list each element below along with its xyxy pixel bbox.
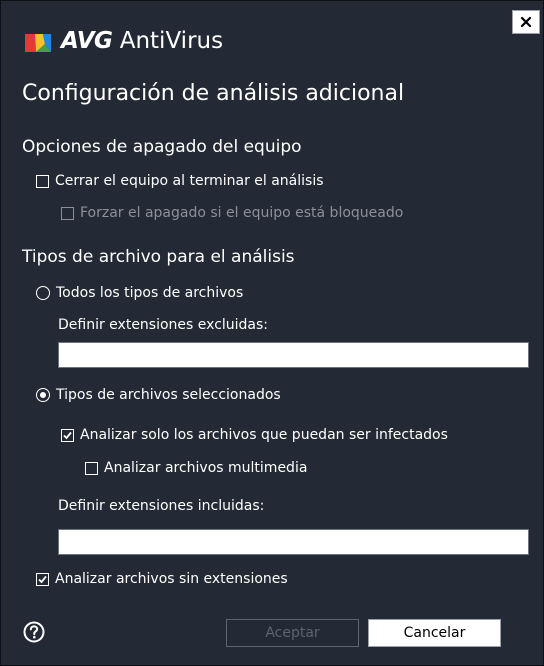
- avg-logo-icon: [25, 34, 51, 52]
- close-button[interactable]: [512, 10, 540, 34]
- accept-button[interactable]: Aceptar: [226, 619, 359, 647]
- checkmark-icon: [38, 575, 47, 583]
- shutdown-on-finish-option[interactable]: Cerrar el equipo al terminar el análisis: [36, 171, 324, 191]
- excluded-extensions-input[interactable]: [58, 342, 529, 368]
- force-shutdown-label: Forzar el apagado si el equipo está bloq…: [80, 205, 404, 221]
- no-extension-checkbox[interactable]: [36, 572, 49, 586]
- shutdown-on-finish-label: Cerrar el equipo al terminar el análisis: [55, 173, 324, 189]
- multimedia-checkbox[interactable]: [85, 461, 98, 475]
- all-types-label: Todos los tipos de archivos: [56, 285, 244, 301]
- brand-bold: AVG: [61, 28, 113, 54]
- no-extension-option[interactable]: Analizar archivos sin extensiones: [36, 569, 288, 589]
- cancel-button[interactable]: Cancelar: [368, 619, 501, 647]
- checkmark-icon: [63, 431, 72, 439]
- selected-types-label: Tipos de archivos seleccionados: [56, 387, 281, 403]
- no-extension-label: Analizar archivos sin extensiones: [55, 571, 288, 587]
- selected-types-option[interactable]: Tipos de archivos seleccionados: [36, 385, 281, 405]
- filetypes-section-title: Tipos de archivo para el análisis: [22, 247, 295, 267]
- app-title: AVG AntiVirus: [61, 28, 223, 54]
- infectable-only-checkbox[interactable]: [61, 428, 74, 442]
- shutdown-section-title: Opciones de apagado del equipo: [22, 137, 302, 157]
- title-bar: AVG AntiVirus: [1, 1, 544, 63]
- help-icon[interactable]: [23, 621, 45, 643]
- all-types-radio[interactable]: [36, 286, 50, 300]
- all-types-option[interactable]: Todos los tipos de archivos: [36, 283, 243, 303]
- included-extensions-label: Definir extensiones incluidas:: [58, 498, 265, 514]
- multimedia-option[interactable]: Analizar archivos multimedia: [85, 458, 307, 478]
- force-shutdown-option: Forzar el apagado si el equipo está bloq…: [61, 203, 403, 223]
- included-extensions-input[interactable]: [58, 529, 529, 555]
- selected-types-radio[interactable]: [36, 388, 50, 402]
- multimedia-label: Analizar archivos multimedia: [104, 460, 308, 476]
- force-shutdown-checkbox: [61, 206, 74, 220]
- excluded-extensions-label: Definir extensiones excluidas:: [58, 317, 269, 333]
- page-title: Configuración de análisis adicional: [22, 81, 405, 106]
- shutdown-on-finish-checkbox[interactable]: [36, 174, 49, 188]
- settings-dialog: AVG AntiVirus Configuración de análisis …: [0, 0, 544, 666]
- brand-name: AntiVirus: [112, 28, 224, 54]
- close-icon: [520, 16, 532, 28]
- infectable-only-option[interactable]: Analizar solo los archivos que puedan se…: [61, 425, 448, 445]
- infectable-only-label: Analizar solo los archivos que puedan se…: [80, 427, 448, 443]
